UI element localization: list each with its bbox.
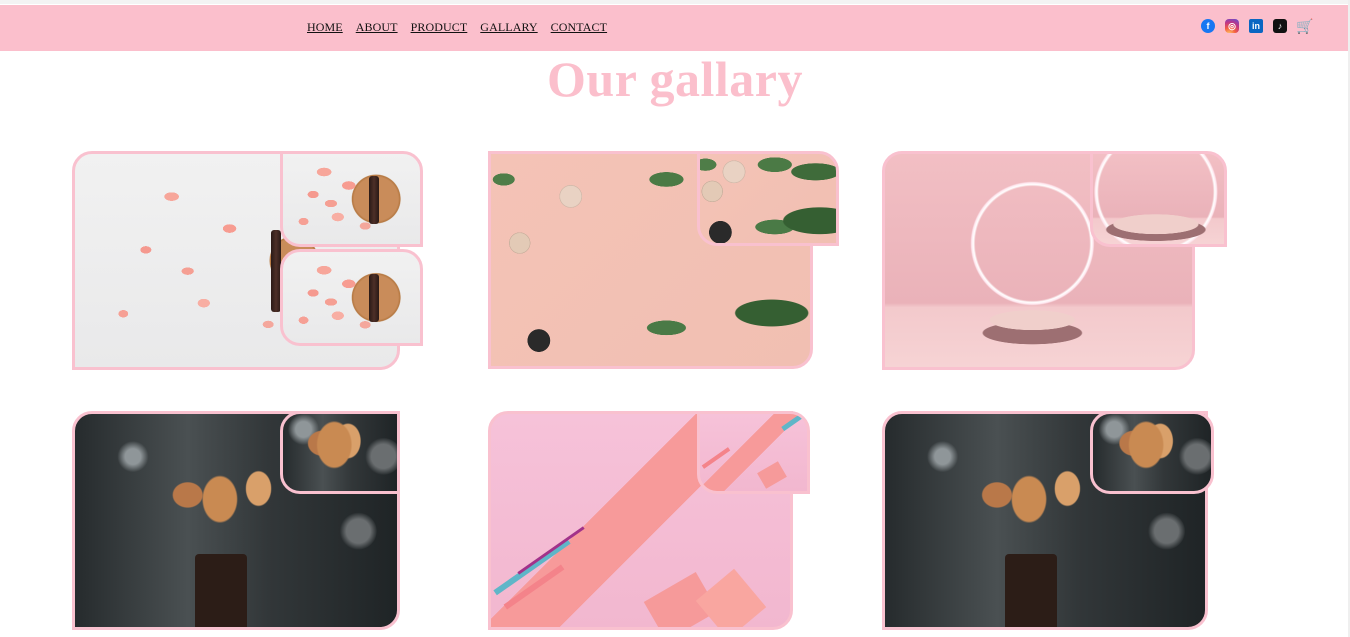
gallery-thumb-rose-petals-2[interactable]	[280, 249, 423, 346]
nav-home[interactable]: HOME	[307, 20, 343, 35]
nav-contact[interactable]: CONTACT	[551, 20, 607, 35]
geo-stripe	[781, 414, 807, 432]
geo-stripe	[503, 564, 565, 610]
gallery-thumb-makeup-brushes-1[interactable]	[280, 411, 400, 494]
gallery-thumb-pink-podium[interactable]	[1090, 151, 1227, 247]
nav-about[interactable]: ABOUT	[356, 20, 398, 35]
gallery-thumb-makeup-brushes-2[interactable]	[1090, 411, 1214, 494]
brush-cup	[1005, 554, 1057, 627]
geo-square	[695, 568, 767, 627]
page-title: Our gallary	[547, 51, 803, 107]
nav-links: HOME ABOUT PRODUCT GALLARY CONTACT	[307, 20, 620, 35]
social-icons: f ◎ in ♪ 🛒	[1201, 18, 1323, 34]
tiktok-icon[interactable]: ♪	[1273, 19, 1287, 33]
gallery-thumb-rose-petals-1[interactable]	[280, 151, 423, 247]
geo-stripe	[517, 526, 585, 575]
geo-stripe	[701, 447, 731, 469]
nav-product[interactable]: PRODUCT	[411, 20, 468, 35]
serum-bottle-small	[369, 176, 379, 224]
brush-cup	[195, 554, 247, 627]
facebook-icon[interactable]: f	[1201, 19, 1215, 33]
serum-bottle-small	[369, 274, 379, 322]
cart-icon[interactable]: 🛒	[1296, 18, 1313, 34]
gallery-thumb-pink-geometric[interactable]	[697, 411, 810, 494]
instagram-icon[interactable]: ◎	[1225, 19, 1239, 33]
nav-gallary[interactable]: GALLARY	[480, 20, 537, 35]
linkedin-icon[interactable]: in	[1249, 19, 1263, 33]
gallery-thumb-makeup-leaves[interactable]	[697, 151, 839, 246]
geo-square	[757, 461, 787, 489]
navbar: HOME ABOUT PRODUCT GALLARY CONTACT f ◎ i…	[0, 5, 1348, 51]
top-border	[0, 0, 1350, 4]
